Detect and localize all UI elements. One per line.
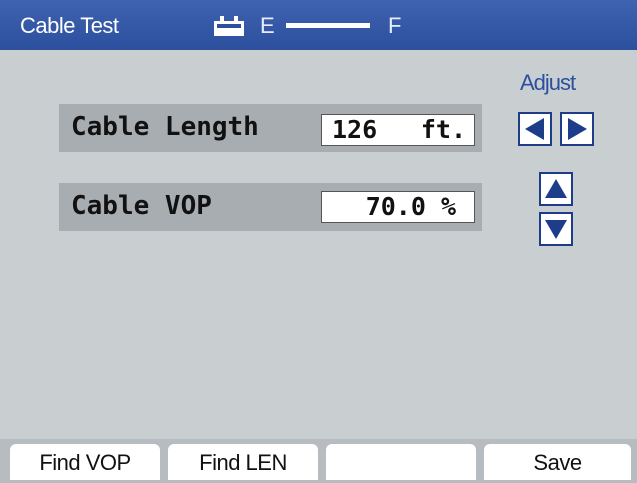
cable-vop-label: Cable VOP <box>71 191 212 221</box>
cable-length-value: 126 <box>332 115 378 144</box>
cable-length-field[interactable]: 126 ft. <box>321 114 475 146</box>
up-arrow-icon[interactable] <box>539 172 573 206</box>
battery-full-label: F <box>388 13 402 38</box>
cable-length-label: Cable Length <box>71 112 259 142</box>
cable-vop-row[interactable]: Cable VOP 70.0 % <box>59 183 482 231</box>
left-arrow-icon[interactable] <box>518 112 552 146</box>
right-arrow-icon[interactable] <box>560 112 594 146</box>
screen-title: Cable Test <box>20 13 119 38</box>
cable-vop-field[interactable]: 70.0 % <box>321 191 475 223</box>
cable-length-row[interactable]: Cable Length 126 ft. <box>59 104 482 152</box>
cable-test-screen: Cable Test E F Adjust Cable Length 126 f… <box>0 0 637 483</box>
save-button[interactable]: Save <box>484 444 631 480</box>
battery-empty-label: E <box>260 13 275 38</box>
blank-softkey[interactable] <box>326 444 476 480</box>
find-vop-button[interactable]: Find VOP <box>10 444 160 480</box>
battery-indicator: E F <box>210 8 410 42</box>
cable-length-unit: ft. <box>420 115 466 144</box>
battery-level-bar <box>286 23 370 28</box>
title-bar: Cable Test E F <box>0 0 637 50</box>
find-len-button[interactable]: Find LEN <box>168 444 318 480</box>
adjust-label: Adjust <box>520 70 576 95</box>
cable-vop-value: 70.0 % <box>365 192 456 221</box>
down-arrow-icon[interactable] <box>539 212 573 246</box>
softkey-bar: Find VOP Find LEN Save <box>0 439 637 483</box>
battery-icon <box>214 16 244 36</box>
